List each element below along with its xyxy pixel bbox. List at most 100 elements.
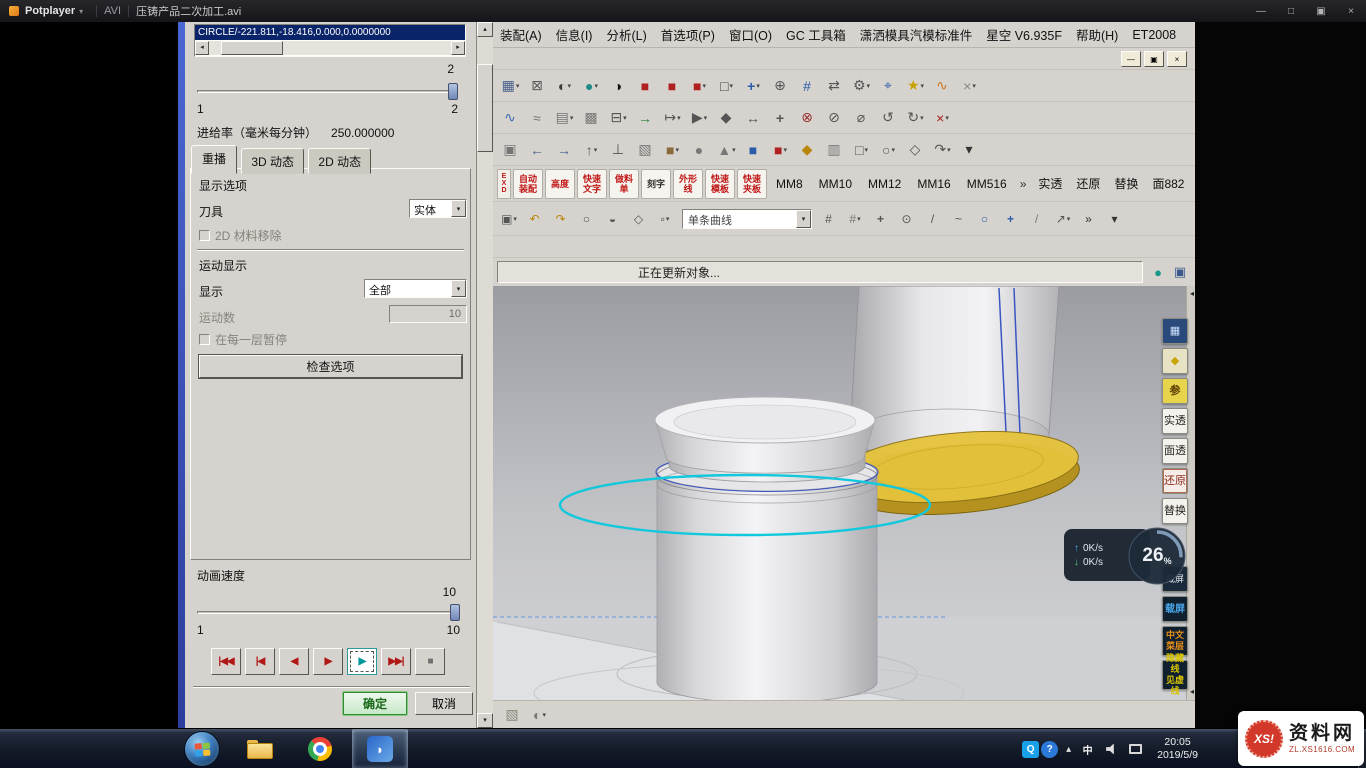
red-part-icon[interactable]: ■▾ xyxy=(768,137,793,162)
net-monitor-ball[interactable]: 26% xyxy=(1126,525,1188,587)
speed-slider[interactable] xyxy=(197,603,460,623)
app-name[interactable]: Potplayer xyxy=(25,5,75,17)
cube-icon[interactable]: ■▾ xyxy=(660,137,685,162)
axis-icon[interactable]: + xyxy=(768,105,793,130)
qq-icon[interactable]: Q xyxy=(1022,741,1039,758)
surface-icon[interactable]: ▤▾ xyxy=(552,105,577,130)
curve-rule-combo[interactable]: 单条曲线 ▾ xyxy=(682,209,812,229)
quick-clamp-button[interactable]: 快速 夹板 xyxy=(737,169,767,199)
hidden-line-button[interactable]: 隐藏线 见虚线 xyxy=(1162,660,1188,690)
selection-icon[interactable]: ⊠ xyxy=(525,73,550,98)
scroll-up-button[interactable]: ▴ xyxy=(477,22,493,37)
step-back-button[interactable]: |◀ xyxy=(245,648,275,675)
engrave-button[interactable]: 刻字 xyxy=(641,169,671,199)
grid2-icon[interactable]: # xyxy=(795,73,820,98)
dropdown-arrow-icon[interactable]: ▾ xyxy=(451,280,466,297)
menu-item[interactable]: 窗口(O) xyxy=(722,25,779,44)
redo-icon[interactable]: ↻▾ xyxy=(903,105,928,130)
nx-minimize-button[interactable]: — xyxy=(1121,51,1141,67)
size-preset[interactable]: MM16 xyxy=(910,177,957,191)
nx-close-button[interactable]: × xyxy=(1167,51,1187,67)
quick-text-button[interactable]: 快速 文字 xyxy=(577,169,607,199)
exd-icon[interactable]: EXD xyxy=(497,169,511,199)
show-dropdown[interactable]: 全部 ▾ xyxy=(364,279,467,298)
progress-slider-thumb[interactable] xyxy=(448,83,458,100)
nx-restore-button[interactable]: ▣ xyxy=(1144,51,1164,67)
ellipse-icon[interactable]: ○ xyxy=(576,208,598,230)
delete-icon[interactable]: ×▾ xyxy=(930,105,955,130)
display-mode-item[interactable]: 6 xyxy=(1192,177,1195,191)
play-active-button[interactable]: ▶ xyxy=(347,648,377,675)
ok-button[interactable]: 确定 xyxy=(343,692,407,715)
tab-3d-dynamic[interactable]: 3D 动态 xyxy=(241,148,304,174)
display-mode-item[interactable]: 实透 xyxy=(1032,175,1068,192)
hash-icon[interactable]: # xyxy=(818,208,840,230)
ime-icon[interactable]: 中 xyxy=(1079,741,1096,758)
size-preset[interactable]: MM10 xyxy=(812,177,859,191)
motion-count-field[interactable]: 10 xyxy=(389,305,467,323)
collapse-top-icon[interactable]: ◂ xyxy=(1190,290,1194,298)
menu-caret-icon[interactable]: ▾ xyxy=(79,7,83,16)
point2-icon[interactable]: ⊙ xyxy=(896,208,918,230)
curve-rule-value[interactable]: 单条曲线 xyxy=(683,210,796,228)
scroll-down-button[interactable]: ▾ xyxy=(477,713,493,728)
spline2-icon[interactable]: ~ xyxy=(948,208,970,230)
taskbar-player-button[interactable]: ◗ xyxy=(352,729,408,768)
half-section-icon[interactable]: ◑ xyxy=(606,73,631,98)
redo2-icon[interactable]: ↷ xyxy=(550,208,572,230)
titlebar-close-button[interactable]: × xyxy=(1336,0,1366,22)
undo2-icon[interactable]: ↶ xyxy=(524,208,546,230)
boolean-icon[interactable]: ⊗ xyxy=(795,105,820,130)
circle-icon[interactable]: ○ xyxy=(974,208,996,230)
shaded-view-icon[interactable]: ◐▾ xyxy=(552,73,577,98)
go-first-button[interactable]: |◀◀ xyxy=(211,648,241,675)
start-button[interactable] xyxy=(184,731,220,767)
row-more-icon[interactable]: ▾ xyxy=(957,137,982,162)
slash-icon[interactable]: / xyxy=(1026,208,1048,230)
titlebar-maximize-button[interactable]: □ xyxy=(1276,0,1306,22)
pen-icon[interactable]: ↗▾ xyxy=(1052,208,1074,230)
line-icon[interactable]: / xyxy=(922,208,944,230)
view-grid-icon[interactable]: ▦▾ xyxy=(498,73,523,98)
menu-item[interactable]: ET2008 xyxy=(1125,28,1183,42)
cancel-button[interactable]: 取消 xyxy=(415,692,473,715)
chinese-layer-button[interactable]: 中文 菜层 xyxy=(1162,626,1188,656)
menu-item[interactable]: GC 工具箱 xyxy=(779,25,853,44)
shade-mode-icon[interactable]: ◐▾ xyxy=(527,702,552,727)
3d-viewport[interactable]: ◂ ◂ xyxy=(493,286,1195,700)
checkbox-icon[interactable] xyxy=(199,230,210,241)
red-block-icon[interactable]: ■ xyxy=(633,73,658,98)
polygon-icon[interactable]: ○▾ xyxy=(876,137,901,162)
solid-translucent-button[interactable]: 实透 xyxy=(1162,408,1188,434)
wave-icon[interactable]: ∿ xyxy=(930,73,955,98)
direction-icon[interactable]: ↦▾ xyxy=(660,105,685,130)
potplayer-titlebar[interactable]: Potplayer ▾ AVI 压铸产品二次加工.avi —□▣× xyxy=(0,0,1366,22)
volume-icon[interactable] xyxy=(1103,741,1120,758)
key-icon[interactable]: ★▾ xyxy=(903,73,928,98)
globe-icon[interactable]: ● xyxy=(1147,261,1169,283)
taskbar-explorer-button[interactable] xyxy=(232,729,288,768)
menu-item[interactable]: 装配(A) xyxy=(493,25,549,44)
move-icon[interactable]: +▾ xyxy=(741,73,766,98)
trim-icon[interactable]: ⊘ xyxy=(822,105,847,130)
tool-dropdown[interactable]: 实体 ▾ xyxy=(409,199,467,218)
replace-button[interactable]: 替换 xyxy=(1162,498,1188,524)
anchor-icon[interactable]: ⊥ xyxy=(606,137,631,162)
size-preset[interactable]: MM12 xyxy=(861,177,908,191)
display-mode-item[interactable]: 替换 xyxy=(1108,175,1144,192)
back-icon[interactable]: ← xyxy=(525,137,550,162)
csys-icon[interactable]: + xyxy=(870,208,892,230)
blue-panel-icon[interactable]: ■ xyxy=(741,137,766,162)
dropdown-arrow-icon[interactable]: ▾ xyxy=(451,200,466,217)
row5-more-icon[interactable]: ▾ xyxy=(1104,208,1126,230)
document-icon[interactable]: ▣ xyxy=(498,137,523,162)
profile-icon[interactable]: ◇ xyxy=(628,208,650,230)
menu-item[interactable]: 分析(L) xyxy=(599,25,653,44)
play-reverse-button[interactable]: ◀ xyxy=(279,648,309,675)
diamond-icon[interactable]: ◆ xyxy=(1162,348,1188,374)
cone-icon[interactable]: ▲▾ xyxy=(714,137,739,162)
vector-icon[interactable]: → xyxy=(633,105,658,130)
scrollbar-track[interactable] xyxy=(209,41,451,55)
plus-icon[interactable]: + xyxy=(1000,208,1022,230)
region-icon[interactable]: ▫▾ xyxy=(654,208,676,230)
